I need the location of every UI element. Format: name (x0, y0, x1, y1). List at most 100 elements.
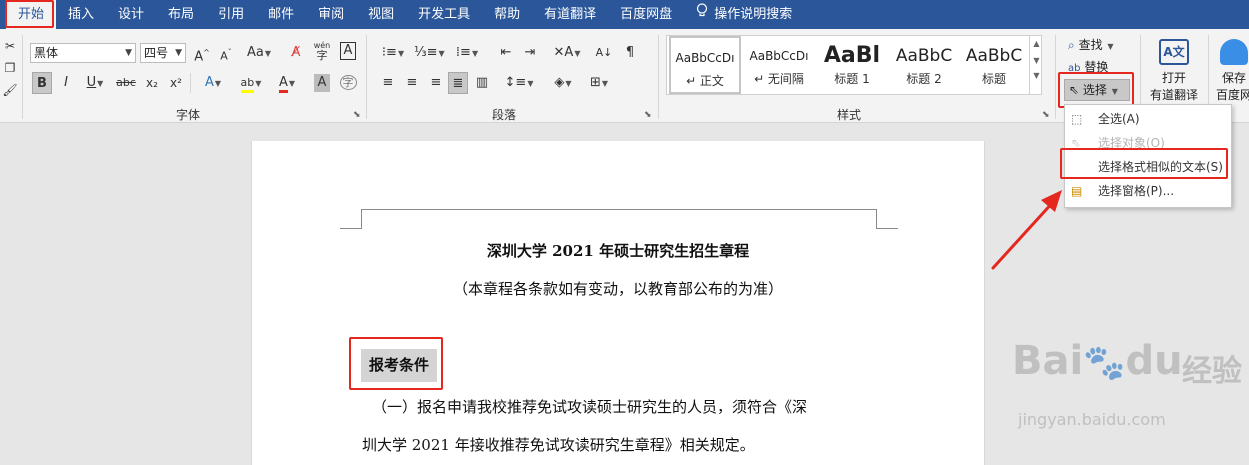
chevron-up-icon[interactable]: ▲ (1030, 39, 1043, 48)
subscript-button[interactable]: x₂ (142, 72, 162, 94)
youdao-translate-button[interactable]: A文 打开 有道翻译 (1148, 39, 1200, 103)
margin-corner-left (340, 209, 361, 229)
justify-icon[interactable]: ≣ (448, 72, 468, 94)
italic-button[interactable]: I (56, 72, 76, 94)
menu-item-select-objects: ⇖ 选择对象(O) (1065, 131, 1231, 155)
line-spacing-icon[interactable]: ↕≡▼ (504, 72, 534, 94)
group-divider (22, 35, 23, 119)
baidu-save-button[interactable]: 保存 百度网 (1214, 39, 1249, 103)
expand-gallery-icon[interactable]: ▼ (1030, 71, 1043, 80)
select-button[interactable]: ⇖ 选择 ▼ (1064, 79, 1130, 101)
section-heading[interactable]: 报考条件 (361, 349, 437, 382)
style-no-spacing[interactable]: AaBbCcDı ↵ 无间隔 (743, 36, 815, 94)
distributed-icon[interactable]: ▥ (472, 72, 492, 94)
menu-item-select-all[interactable]: ⬚ 全选(A) (1065, 107, 1231, 131)
font-group-label: 字体 (176, 108, 201, 122)
styles-gallery-scroll[interactable]: ▲ ▼ ▼ (1029, 35, 1043, 95)
chevron-down-icon: ▼ (175, 48, 182, 58)
paragraph-line-1: （一）报名申请我校推荐免试攻读硕士研究生的人员，须符合《深 (372, 398, 808, 416)
watermark-brand: Bai🐾du (1012, 338, 1183, 384)
show-marks-icon[interactable]: ¶ (620, 42, 640, 64)
font-family-select[interactable]: 黑体 ▼ (30, 43, 136, 63)
search-icon: ⌕ (1068, 38, 1075, 52)
lightbulb-icon (696, 0, 708, 29)
borders-icon[interactable]: ⊞▼ (584, 72, 614, 94)
increase-indent-icon[interactable]: ⇥ (520, 42, 540, 64)
tab-view[interactable]: 视图 (356, 0, 406, 29)
multilevel-list-icon[interactable]: ⁞≡▼ (452, 42, 482, 64)
tab-help[interactable]: 帮助 (482, 0, 532, 29)
style-heading-2[interactable]: AaBbC 标题 2 (889, 36, 959, 94)
tab-layout[interactable]: 布局 (156, 0, 206, 29)
chinese-layout-icon[interactable]: ✕A▼ (552, 42, 582, 64)
tab-references[interactable]: 引用 (206, 0, 256, 29)
find-button[interactable]: ⌕ 查找 ▼ (1068, 36, 1114, 53)
bullets-icon[interactable]: ⁝≡▼ (378, 42, 408, 64)
tab-baidu-netdisk[interactable]: 百度网盘 (608, 0, 684, 29)
replace-button[interactable]: ab 替换 (1068, 58, 1108, 75)
document-subtitle: （本章程各条款如有变动，以教育部公布的为准） (452, 280, 783, 298)
cursor-arrow-icon: ⇖ (1071, 136, 1082, 150)
font-dialog-launcher-icon[interactable]: ⬊ (353, 110, 361, 120)
highlight-color-button[interactable]: ab▼ (236, 72, 266, 94)
selection-pane-icon: ▤ (1071, 184, 1083, 198)
ribbon-tab-bar: 开始 插入 设计 布局 引用 邮件 审阅 视图 开发工具 帮助 有道翻译 百度网… (0, 0, 1249, 29)
font-inner-divider (190, 73, 191, 93)
underline-button[interactable]: U▼ (80, 72, 110, 94)
phonetic-guide-button[interactable]: wén 字 (312, 41, 332, 63)
shrink-font-button[interactable]: Aˇ (216, 42, 236, 64)
grow-font-button[interactable]: A^ (192, 42, 212, 64)
paragraph-dialog-launcher-icon[interactable]: ⬊ (644, 110, 652, 120)
numbering-icon[interactable]: ⅓≡▼ (414, 42, 445, 64)
superscript-button[interactable]: x² (166, 72, 186, 94)
paragraph-group-label: 段落 (492, 108, 517, 122)
styles-dialog-launcher-icon[interactable]: ⬊ (1042, 110, 1050, 120)
font-size-select[interactable]: 四号 ▼ (140, 43, 186, 63)
document-title: 深圳大学 2021 年硕士研究生招生章程 (486, 242, 750, 260)
tell-me-search[interactable]: 操作说明搜索 (684, 0, 804, 29)
style-title[interactable]: AaBbC 标题 (961, 36, 1027, 94)
align-left-icon[interactable]: ≡ (378, 72, 398, 94)
tell-me-label: 操作说明搜索 (714, 7, 793, 22)
cursor-arrow-icon: ⇖ (1069, 83, 1080, 97)
menu-item-selection-pane[interactable]: ▤ 选择窗格(P)... (1065, 179, 1231, 203)
baidu-jingyan-watermark: Bai🐾du 经验 jingyan.baidu.com (1012, 318, 1249, 465)
clear-formatting-icon[interactable]: A̸ (286, 42, 306, 64)
align-right-icon[interactable]: ≡ (426, 72, 446, 94)
select-dropdown-menu: ⬚ 全选(A) ⇖ 选择对象(O) 选择格式相似的文本(S) ▤ 选择窗格(P)… (1064, 104, 1232, 208)
character-shading-button[interactable]: A (314, 74, 330, 92)
sort-icon[interactable]: A↓ (594, 42, 614, 64)
tab-home[interactable]: 开始 (6, 0, 57, 29)
tab-design[interactable]: 设计 (106, 0, 156, 29)
bold-button[interactable]: B (32, 72, 52, 94)
menu-item-select-similar-formatting[interactable]: 选择格式相似的文本(S) (1065, 155, 1231, 179)
tab-youdao[interactable]: 有道翻译 (532, 0, 608, 29)
enclose-characters-button[interactable]: 字 (338, 72, 358, 94)
cut-icon[interactable]: ✂ (0, 35, 20, 57)
align-center-icon[interactable]: ≡ (402, 72, 422, 94)
font-color-icon: A (278, 76, 288, 93)
tab-developer[interactable]: 开发工具 (406, 0, 482, 29)
chevron-down-icon: ▼ (125, 48, 132, 58)
styles-group-label: 样式 (837, 108, 862, 122)
style-heading-1[interactable]: AaBl 标题 1 (817, 36, 887, 94)
tab-mailings[interactable]: 邮件 (256, 0, 306, 29)
character-border-button[interactable]: A (340, 42, 356, 60)
chevron-down-icon[interactable]: ▼ (1030, 56, 1043, 65)
decrease-indent-icon[interactable]: ⇤ (496, 42, 516, 64)
change-case-button[interactable]: Aa▼ (244, 42, 274, 64)
font-color-button[interactable]: A▼ (272, 72, 302, 94)
shading-icon[interactable]: ◈▼ (548, 72, 578, 94)
text-effects-button[interactable]: A▼ (198, 72, 228, 94)
style-normal[interactable]: AaBbCcDı ↵ 正文 (669, 36, 741, 94)
tab-review[interactable]: 审阅 (306, 0, 356, 29)
format-painter-icon[interactable]: 🖌 (0, 79, 20, 101)
strikethrough-button[interactable]: abc (116, 72, 136, 94)
styles-gallery: AaBbCcDı ↵ 正文 AaBbCcDı ↵ 无间隔 AaBl 标题 1 A… (666, 35, 1042, 95)
copy-icon[interactable]: ❐ (0, 57, 20, 79)
highlighter-icon: ab (240, 76, 255, 93)
translate-icon: A文 (1159, 39, 1189, 65)
tab-insert[interactable]: 插入 (56, 0, 106, 29)
paragraph-line-2: 圳大学 2021 年接收推荐免试攻读研究生章程》相关规定。 (362, 436, 755, 454)
replace-icon: ab (1068, 63, 1081, 74)
